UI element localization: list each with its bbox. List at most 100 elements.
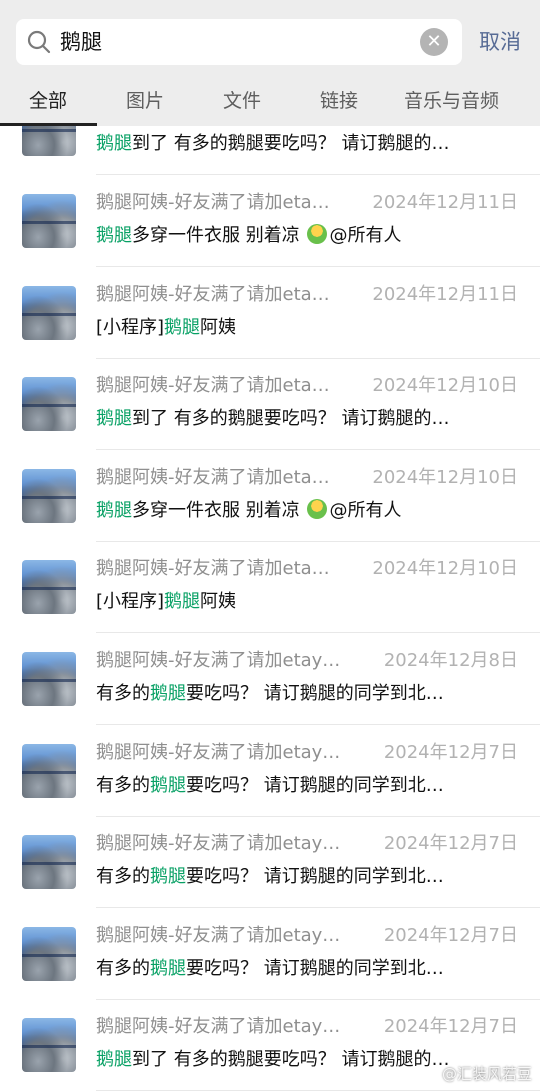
tab-files[interactable]: 文件 [223,88,261,114]
message-preview: [小程序]鹅腿阿姨 [96,590,236,614]
keyword-highlight: 鹅腿 [150,774,186,796]
message-date: 2024年12月11日 [372,283,518,305]
message-preview: 鹅腿到了 有多的鹅腿要吃吗？ 请订鹅腿的… [96,132,449,156]
message-text: 要吃吗？ 请订鹅腿的同学到北… [186,866,444,888]
result-row[interactable]: 鹅腿阿姨-好友满了请加eta… 2024年12月10日 [小程序]鹅腿阿姨 [0,541,540,634]
avatar [22,926,76,981]
keyword-highlight: 鹅腿 [164,316,201,338]
message-date: 2024年12月7日 [383,924,518,946]
chat-name: 鹅腿阿姨-好友满了请加etay… [96,833,341,855]
message-date: 2024年12月7日 [383,1016,518,1038]
avatar [22,126,76,156]
message-preview: 鹅腿多穿一件衣服 别着凉 @所有人 [96,224,401,248]
clear-search-button[interactable]: ✕ [420,28,448,56]
keyword-highlight: 鹅腿 [150,866,186,888]
search-input[interactable]: 鹅腿 [16,19,462,65]
message-text: 到了 有多的鹅腿要吃吗？ 请订鹅腿的… [132,133,450,154]
keyword-highlight: 鹅腿 [96,408,132,430]
chat-name: 鹅腿阿姨-好友满了请加etay… [96,741,341,763]
avatar [22,652,76,706]
message-text: 阿姨 [200,591,237,613]
category-tabs: 全部 图片 文件 链接 音乐与音频 [0,82,540,126]
avatar [22,743,76,798]
divider [96,1090,540,1092]
chat-name: 鹅腿阿姨-好友满了请加eta… [96,466,330,488]
avatar [22,560,76,615]
message-preview: 鹅腿到了 有多的鹅腿要吃吗？ 请订鹅腿的… [96,1048,449,1072]
message-text: 有多的 [96,774,150,796]
close-icon: ✕ [426,31,442,52]
cancel-button[interactable]: 取消 [479,28,521,56]
result-row-partial[interactable]: 鹅腿阿姨-好友满了请加eta…2024年12月11日鹅腿到了 有多的鹅腿要吃吗？… [0,126,540,175]
avatar [22,285,76,340]
result-row[interactable]: 鹅腿阿姨-好友满了请加etay… 2024年12月8日有多的鹅腿要吃吗？ 请订鹅腿… [0,633,540,725]
message-text: @所有人 [329,499,402,521]
message-preview: 鹅腿多穿一件衣服 别着凉 @所有人 [96,498,402,523]
tab-links[interactable]: 链接 [320,88,358,114]
message-date: 2024年12月10日 [372,375,518,397]
result-row[interactable]: 鹅腿阿姨-好友满了请加etay… 2024年12月7日有多的鹅腿要吃吗？ 请订鹅腿… [0,816,540,909]
message-text: 多穿一件衣服 别着凉 [132,499,306,521]
chat-name: 鹅腿阿姨-好友满了请加eta… [96,283,330,305]
message-text: [小程序] [96,591,165,613]
message-text: 要吃吗？ 请订鹅腿的同学到北… [186,774,444,796]
avatar [22,377,76,432]
message-preview: 有多的鹅腿要吃吗？ 请订鹅腿的同学到北… [96,865,444,889]
chat-name: 鹅腿阿姨-好友满了请加eta… [96,375,330,397]
chat-name: 鹅腿阿姨-好友满了请加eta… [96,558,330,580]
keyword-highlight: 鹅腿 [150,957,186,979]
chat-name: 鹅腿阿姨-好友满了请加etay… [96,924,341,946]
result-row[interactable]: 鹅腿阿姨-好友满了请加etay… 2024年12月7日有多的鹅腿要吃吗？ 请订鹅腿… [0,725,540,817]
result-row[interactable]: 鹅腿阿姨-好友满了请加eta… 2024年12月11日鹅腿多穿一件衣服 别着凉 @… [0,175,540,267]
tab-music-audio[interactable]: 音乐与音频 [404,88,499,114]
message-preview: 鹅腿到了 有多的鹅腿要吃吗？ 请订鹅腿的… [96,407,449,431]
message-preview: 有多的鹅腿要吃吗？ 请订鹅腿的同学到北… [96,682,444,706]
avatar [22,194,76,248]
emoji-icon [307,498,328,519]
message-date: 2024年12月11日 [372,192,518,213]
message-text: 多穿一件衣服 别着凉 [132,225,306,246]
emoji-icon [307,224,328,244]
search-icon [27,30,51,54]
message-preview: [小程序]鹅腿阿姨 [96,316,236,340]
message-text: 要吃吗？ 请订鹅腿的同学到北… [186,683,444,704]
message-date: 2024年12月7日 [383,741,518,763]
chat-name: 鹅腿阿姨-好友满了请加etay… [96,1016,341,1038]
message-text: 阿姨 [200,316,237,338]
result-row[interactable]: 鹅腿阿姨-好友满了请加eta… 2024年12月10日鹅腿多穿一件衣服 别着凉 @… [0,450,540,542]
keyword-highlight: 鹅腿 [164,591,201,613]
keyword-highlight: 鹅腿 [96,133,132,154]
message-text: 到了 有多的鹅腿要吃吗？ 请订鹅腿的… [132,408,450,430]
search-header: 鹅腿 ✕ 取消 [0,0,540,82]
keyword-highlight: 鹅腿 [96,225,132,246]
message-date: 2024年12月8日 [383,650,518,671]
chat-name: 鹅腿阿姨-好友满了请加etay… [96,650,341,671]
result-row[interactable]: 鹅腿阿姨-好友满了请加eta… 2024年12月11日 [小程序]鹅腿阿姨 [0,267,540,359]
message-date: 2024年12月10日 [372,466,518,488]
avatar [22,1018,76,1073]
tab-all[interactable]: 全部 [29,88,67,114]
search-query-text: 鹅腿 [60,30,102,54]
avatar [22,835,76,890]
message-preview: 有多的鹅腿要吃吗？ 请订鹅腿的同学到北… [96,957,444,981]
watermark: @汇装风若豆 [441,1065,532,1083]
keyword-highlight: 鹅腿 [96,1049,132,1071]
message-date: 2024年12月10日 [372,558,518,580]
message-date: 2024年12月7日 [383,833,518,855]
message-text: 有多的 [96,683,150,704]
keyword-highlight: 鹅腿 [150,683,186,704]
message-text: @所有人 [329,225,402,246]
message-text: 有多的 [96,866,150,888]
keyword-highlight: 鹅腿 [96,499,132,521]
result-row[interactable]: 鹅腿阿姨-好友满了请加etay… 2024年12月7日有多的鹅腿要吃吗？ 请订鹅腿… [0,908,540,1000]
message-text: 有多的 [96,957,150,979]
avatar [22,468,76,523]
message-text: 要吃吗？ 请订鹅腿的同学到北… [186,957,444,979]
tab-images[interactable]: 图片 [126,88,164,114]
chat-name: 鹅腿阿姨-好友满了请加eta… [96,192,330,213]
result-row[interactable]: 鹅腿阿姨-好友满了请加eta… 2024年12月10日鹅腿到了 有多的鹅腿要吃吗？… [0,358,540,451]
message-text: 到了 有多的鹅腿要吃吗？ 请订鹅腿的… [132,1049,450,1071]
message-preview: 有多的鹅腿要吃吗？ 请订鹅腿的同学到北… [96,774,444,798]
message-text: [小程序] [96,316,165,338]
search-result-list: 鹅腿阿姨-好友满了请加eta…2024年12月11日鹅腿到了 有多的鹅腿要吃吗？… [0,126,540,1092]
